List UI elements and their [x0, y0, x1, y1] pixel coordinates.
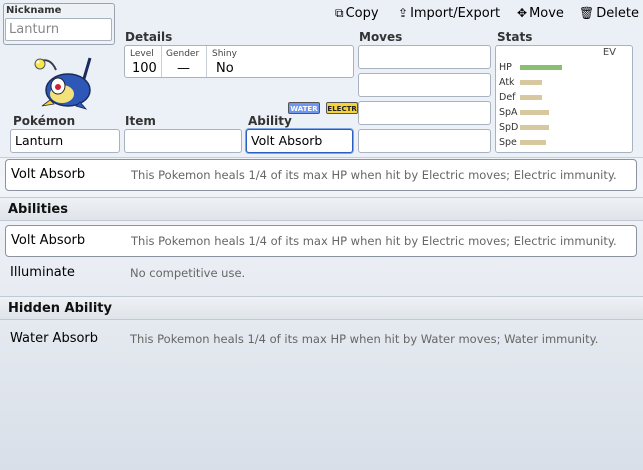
move-input-3[interactable]: [358, 101, 491, 125]
ability-name: Volt Absorb: [11, 167, 86, 182]
move-input-2[interactable]: [358, 73, 491, 97]
import-export-button[interactable]: ⇪ Import/Export: [398, 6, 500, 21]
level-value: 100: [132, 61, 157, 76]
gender-value: —: [177, 61, 190, 76]
gender-col[interactable]: Gender —: [162, 46, 207, 77]
move-input-4[interactable]: [358, 129, 491, 153]
level-label: Level: [130, 49, 154, 59]
ability-desc: This Pokemon heals 1/4 of its max HP whe…: [131, 234, 617, 248]
pokemon-input[interactable]: Lanturn: [10, 129, 120, 153]
stat-row-atk: Atk: [496, 77, 632, 89]
ability-option-row[interactable]: Volt Absorb This Pokemon heals 1/4 of it…: [5, 225, 637, 257]
import-export-label: Import/Export: [410, 6, 501, 21]
delete-label: Delete: [596, 6, 639, 21]
stat-bar: [520, 95, 542, 100]
delete-button[interactable]: 🗑 Delete: [579, 6, 639, 21]
stat-bar: [520, 110, 549, 115]
stat-bar: [520, 65, 562, 70]
hidden-ability-header: Hidden Ability: [0, 296, 643, 320]
stat-name: Spe: [499, 137, 517, 148]
details-box[interactable]: Level 100 Gender — Shiny No: [124, 45, 354, 78]
stat-row-spd: SpD: [496, 122, 632, 134]
stat-row-spe: Spe: [496, 137, 632, 149]
gender-label: Gender: [166, 49, 200, 59]
moves-label: Moves: [359, 30, 403, 44]
ability-desc: No competitive use.: [130, 266, 246, 280]
move-arrows-icon: ✥: [517, 6, 528, 20]
electric-type-icon: ELECTR: [326, 102, 359, 114]
stat-row-hp: HP: [496, 62, 632, 74]
copy-icon: ⧉: [335, 6, 344, 20]
stat-name: HP: [499, 62, 512, 73]
details-label: Details: [125, 30, 173, 44]
water-type-icon: WATER: [288, 102, 320, 114]
stat-bar: [520, 80, 542, 85]
shiny-col[interactable]: Shiny No: [207, 46, 267, 77]
stat-bar: [520, 140, 546, 145]
selected-ability-row[interactable]: Volt Absorb This Pokemon heals 1/4 of it…: [5, 159, 637, 191]
ability-name: Water Absorb: [10, 331, 99, 346]
pokemon-label: Pokémon: [13, 114, 76, 128]
shiny-value: No: [216, 61, 234, 76]
toolbar: ⧉ Copy ⇪ Import/Export ✥ Move 🗑 Delete: [335, 6, 640, 24]
ability-desc: This Pokemon heals 1/4 of its max HP whe…: [130, 332, 599, 346]
stat-name: Def: [499, 92, 516, 103]
level-col[interactable]: Level 100: [125, 46, 162, 77]
stat-name: SpA: [499, 107, 518, 118]
move-label: Move: [529, 6, 564, 21]
item-input[interactable]: [124, 129, 242, 153]
stats-label: Stats: [497, 30, 533, 44]
ability-name: Volt Absorb: [11, 233, 86, 248]
ability-name: Illuminate: [10, 265, 75, 280]
shiny-label: Shiny: [212, 49, 237, 59]
stat-name: Atk: [499, 77, 515, 88]
ability-option-row[interactable]: Illuminate No competitive use.: [5, 258, 637, 290]
trash-icon: 🗑: [579, 6, 595, 20]
move-button[interactable]: ✥ Move: [517, 6, 564, 21]
move-input-1[interactable]: [358, 45, 491, 69]
ev-label: EV: [602, 47, 616, 58]
stat-bar: [520, 125, 549, 130]
nickname-input[interactable]: Lanturn: [5, 18, 112, 41]
stat-name: SpD: [499, 122, 519, 133]
copy-label: Copy: [345, 6, 379, 21]
item-label: Item: [125, 114, 156, 128]
stat-row-spa: SpA: [496, 107, 632, 119]
nickname-label: Nickname: [6, 5, 62, 16]
upload-icon: ⇪: [398, 6, 409, 20]
pokemon-sprite[interactable]: [28, 52, 98, 112]
ability-desc: This Pokemon heals 1/4 of its max HP whe…: [131, 168, 617, 182]
copy-button[interactable]: ⧉ Copy: [335, 6, 379, 21]
abilities-header: Abilities: [0, 197, 643, 221]
hidden-ability-row[interactable]: Water Absorb This Pokemon heals 1/4 of i…: [5, 324, 637, 356]
stat-row-def: Def: [496, 92, 632, 104]
type-icons: WATER ELECTR: [288, 96, 359, 115]
ability-label: Ability: [248, 114, 292, 128]
ability-input[interactable]: Volt Absorb: [246, 129, 353, 153]
stats-box[interactable]: EV HP Atk Def SpA SpD Spe: [495, 45, 633, 153]
